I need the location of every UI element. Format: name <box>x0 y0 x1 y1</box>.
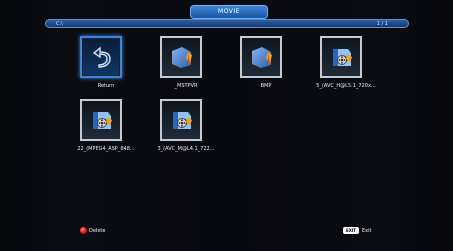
folder-icon <box>252 47 272 68</box>
file-label: 22_(MPEG4_ASP_848... <box>77 146 135 152</box>
folder-icon <box>172 47 192 68</box>
thumbnail-frame[interactable] <box>160 99 202 141</box>
file-label: _MSTPVR <box>174 83 198 89</box>
exit-key-icon: EXIT <box>343 227 359 234</box>
file-tile-mstpvr[interactable]: _MSTPVR <box>146 36 210 92</box>
movie-file-icon <box>173 112 192 129</box>
movie-file-icon <box>333 49 352 66</box>
file-tile-bmp[interactable]: BMP <box>226 36 290 92</box>
thumbnail-frame[interactable] <box>80 36 122 78</box>
file-label: BMP <box>260 83 272 89</box>
movie-file-icon <box>93 112 112 129</box>
current-path: C:\ <box>56 21 63 27</box>
path-bar: C:\ 1 / 1 <box>45 19 409 28</box>
thumbnail-frame[interactable] <box>320 36 362 78</box>
bottom-help-bar: Delete EXIT Exit <box>0 223 453 239</box>
file-tile-movie-2[interactable]: 22_(MPEG4_ASP_848... <box>66 99 135 155</box>
thumbnail-frame[interactable] <box>80 99 122 141</box>
red-button-icon <box>80 227 87 234</box>
movie-tab[interactable]: MOVIE <box>190 5 268 19</box>
file-label: 5_(AVC_H@L5.1_720x... <box>316 83 376 89</box>
exit-label: Exit <box>362 228 372 234</box>
file-grid: Return _MSTPVR BMP 5_(AVC_H@L5.1_720x...… <box>60 36 400 166</box>
page-indicator: 1 / 1 <box>376 21 388 27</box>
file-tile-movie-1[interactable]: 5_(AVC_H@L5.1_720x... <box>306 36 376 92</box>
file-label: 3_(AVC_M@L4.1_722... <box>157 146 215 152</box>
delete-label: Delete <box>89 228 106 234</box>
file-tile-return[interactable]: Return <box>66 36 130 92</box>
return-icon <box>92 46 111 68</box>
media-browser-screen: MOVIE C:\ 1 / 1 Return _MSTPVR BMP 5_(AV… <box>0 0 453 251</box>
file-label: Return <box>97 83 115 89</box>
file-tile-movie-3[interactable]: 3_(AVC_M@L4.1_722... <box>146 99 215 155</box>
thumbnail-frame[interactable] <box>160 36 202 78</box>
thumbnail-frame[interactable] <box>240 36 282 78</box>
